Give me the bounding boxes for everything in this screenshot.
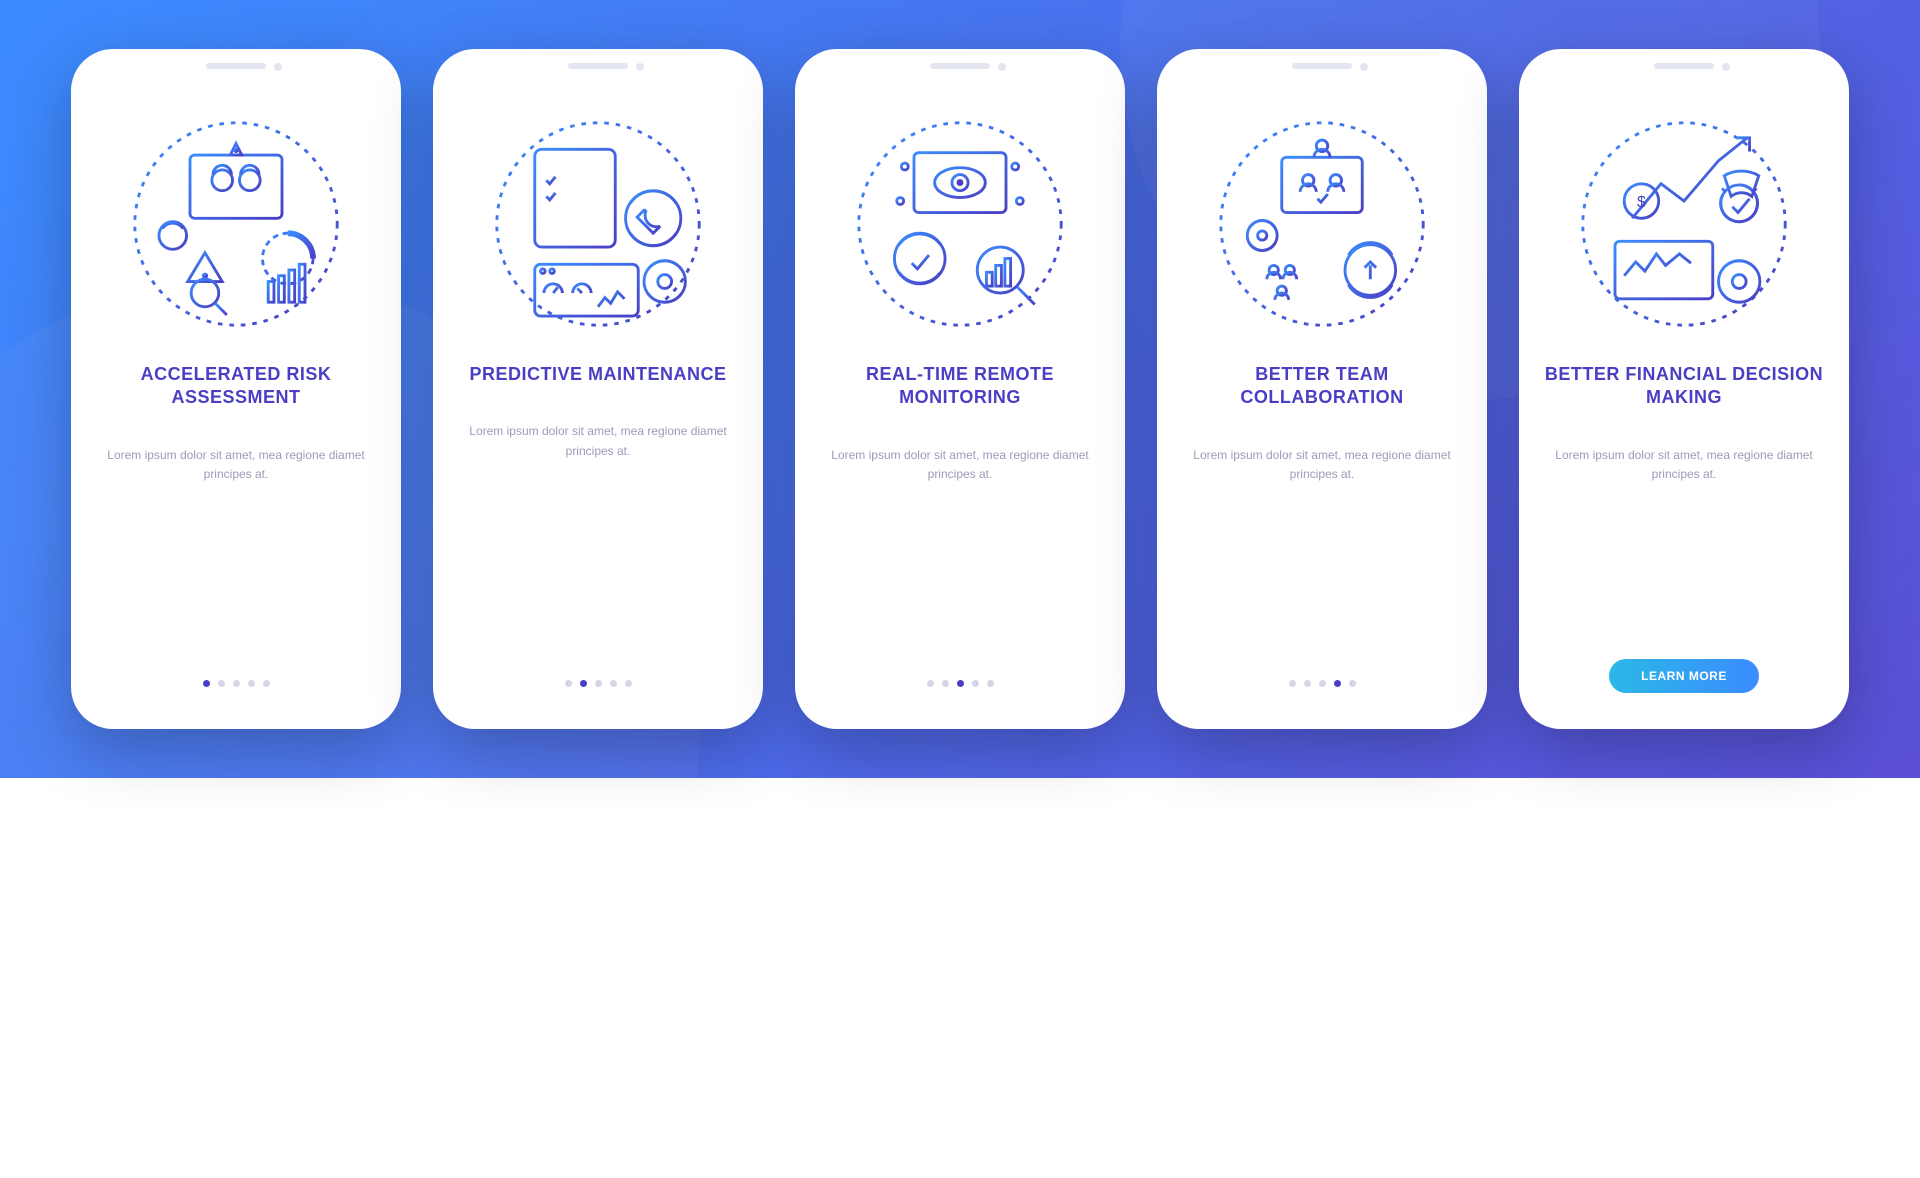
- pagination-dots: [927, 680, 994, 687]
- slide-title: PREDICTIVE MAINTENANCE: [469, 363, 726, 386]
- pagination-dot[interactable]: [565, 680, 572, 687]
- slide-description: Lorem ipsum dolor sit amet, mea regione …: [95, 446, 377, 484]
- pagination-dot[interactable]: [263, 680, 270, 687]
- pagination-dots: [565, 680, 632, 687]
- slide-illustration-icon: [1207, 109, 1437, 339]
- pagination-dot[interactable]: [942, 680, 949, 687]
- slide-description: Lorem ipsum dolor sit amet, mea regione …: [1181, 446, 1463, 484]
- onboarding-background: ACCELERATED RISK ASSESSMENT Lorem ipsum d…: [0, 0, 1920, 778]
- pagination-dot[interactable]: [595, 680, 602, 687]
- slide-description: Lorem ipsum dolor sit amet, mea regione …: [1543, 446, 1825, 484]
- pagination-dot[interactable]: [580, 680, 587, 687]
- slide-description: Lorem ipsum dolor sit amet, mea regione …: [819, 446, 1101, 484]
- pagination-dot[interactable]: [203, 680, 210, 687]
- pagination-dot[interactable]: [610, 680, 617, 687]
- onboarding-slide-5: $ BETTER FINANCIAL DECISION MAKING Lorem …: [1519, 49, 1849, 729]
- pagination-dot[interactable]: [1289, 680, 1296, 687]
- onboarding-slide-4: BETTER TEAM COLLABORATION Lorem ipsum dol…: [1157, 49, 1487, 729]
- onboarding-slide-3: REAL-TIME REMOTE MONITORING Lorem ipsum d…: [795, 49, 1125, 729]
- slide-title: REAL-TIME REMOTE MONITORING: [819, 363, 1101, 410]
- slide-description: Lorem ipsum dolor sit amet, mea regione …: [457, 422, 739, 460]
- pagination-dot[interactable]: [1349, 680, 1356, 687]
- pagination-dot[interactable]: [927, 680, 934, 687]
- pagination-dot[interactable]: [972, 680, 979, 687]
- slide-illustration-icon: [121, 109, 351, 339]
- pagination-dot[interactable]: [625, 680, 632, 687]
- pagination-dot[interactable]: [1334, 680, 1341, 687]
- pagination-dots: [203, 680, 270, 687]
- pagination-dot[interactable]: [957, 680, 964, 687]
- pagination-dot[interactable]: [1304, 680, 1311, 687]
- onboarding-slide-2: PREDICTIVE MAINTENANCE Lorem ipsum dolor …: [433, 49, 763, 729]
- pagination-dot[interactable]: [218, 680, 225, 687]
- slide-illustration-icon: [483, 109, 713, 339]
- pagination-dot[interactable]: [1319, 680, 1326, 687]
- slide-title: BETTER FINANCIAL DECISION MAKING: [1543, 363, 1825, 410]
- pagination-dot[interactable]: [987, 680, 994, 687]
- svg-text:$: $: [1637, 193, 1646, 211]
- pagination-dots: [1289, 680, 1356, 687]
- slide-illustration-icon: $: [1569, 109, 1799, 339]
- slide-title: BETTER TEAM COLLABORATION: [1181, 363, 1463, 410]
- slide-title: ACCELERATED RISK ASSESSMENT: [95, 363, 377, 410]
- learn-more-button[interactable]: LEARN MORE: [1609, 659, 1759, 693]
- pagination-dot[interactable]: [248, 680, 255, 687]
- slide-illustration-icon: [845, 109, 1075, 339]
- pagination-dot[interactable]: [233, 680, 240, 687]
- onboarding-slide-1: ACCELERATED RISK ASSESSMENT Lorem ipsum d…: [71, 49, 401, 729]
